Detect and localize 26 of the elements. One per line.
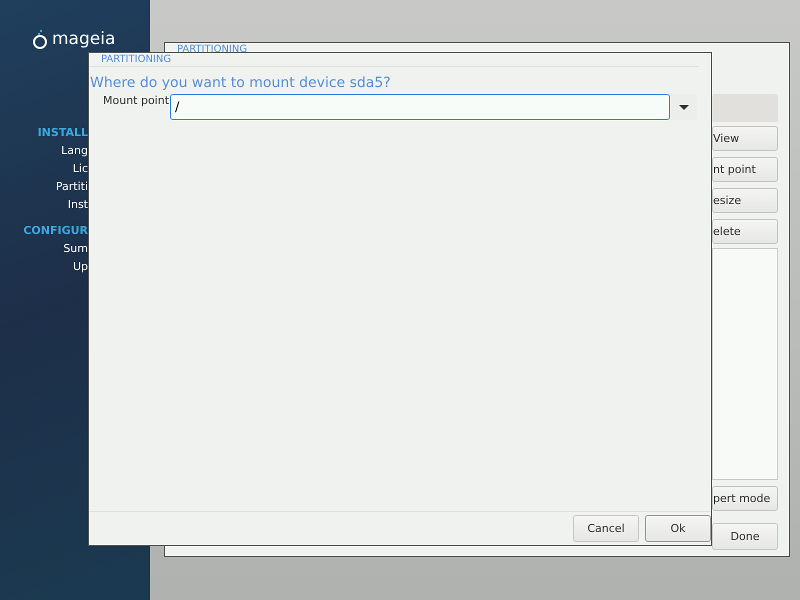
action-button[interactable]: esize [712, 188, 778, 213]
step-item: Up [72, 259, 88, 275]
dropdown-button[interactable] [670, 94, 697, 120]
action-button[interactable]: elete [712, 219, 778, 244]
step-item: Inst [68, 197, 88, 213]
logo-icon [32, 29, 48, 49]
action-button[interactable]: nt point [712, 157, 778, 182]
done-button[interactable]: Done [712, 523, 778, 550]
caret-icon [678, 104, 688, 110]
step-item: Lang [61, 143, 88, 159]
mount-point-field[interactable]: / [170, 94, 670, 120]
step-item: Sum [63, 241, 88, 257]
logo-text: mageia [52, 29, 116, 49]
window-title: PARTITIONING [176, 43, 248, 56]
dialog-title: PARTITIONING [89, 53, 699, 67]
step-item: Lic [72, 161, 88, 177]
field-label: Mount point [102, 94, 170, 107]
mode-button[interactable]: pert mode [712, 486, 778, 511]
step-item: Partiti [56, 179, 88, 195]
section-heading: CONFIGUR [23, 223, 88, 239]
section-heading: INSTALL [38, 125, 88, 141]
action-button[interactable]: View [712, 126, 778, 151]
list-header [712, 94, 778, 122]
dialog-button[interactable]: Cancel [573, 515, 639, 542]
dialog-button[interactable]: Ok [645, 515, 711, 542]
question-text: Where do you want to mount device sda5? [90, 75, 392, 91]
